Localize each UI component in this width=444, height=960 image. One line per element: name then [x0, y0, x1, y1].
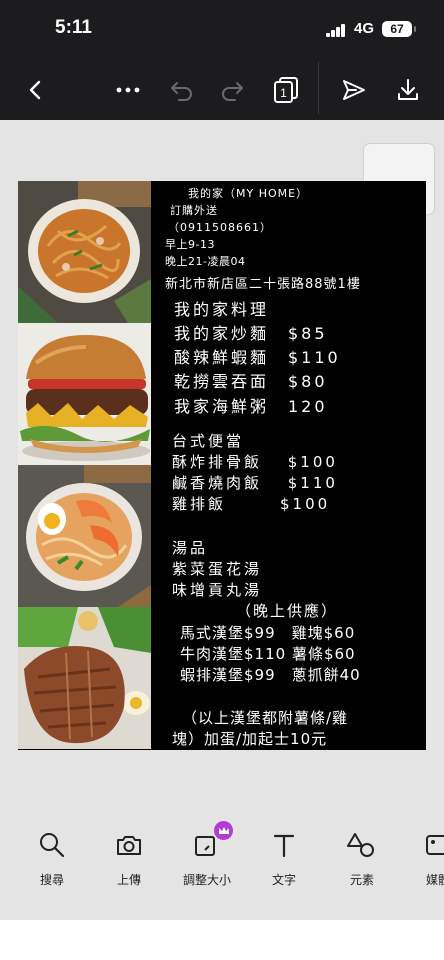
battery-icon: 67 [382, 21, 416, 37]
search-tool[interactable]: 搜尋 [17, 829, 87, 888]
burger-photo [18, 323, 151, 465]
section-title: 台式便當 [172, 432, 245, 450]
resize-icon [172, 821, 242, 861]
upload-tool[interactable]: 上傳 [94, 829, 164, 888]
elements-tool[interactable]: 元素 [327, 829, 397, 888]
pages-icon[interactable]: 1 [270, 74, 302, 106]
text-tool[interactable]: 文字 [249, 829, 319, 888]
burger-note: 塊）加蛋/加起士10元 [172, 730, 328, 748]
redo-icon[interactable] [216, 74, 248, 106]
menu-item: 乾撈雲吞面 $80 [174, 372, 328, 391]
menu-item: 紫菜蛋花湯 [172, 560, 263, 578]
status-bar: 5:11 4G 67 [0, 0, 444, 60]
status-time: 5:11 [55, 17, 92, 38]
editor-toolbar: 1 [0, 60, 444, 120]
menu-item: 馬式漢堡$99 雞塊$60 [180, 624, 356, 642]
menu-item: 酥炸排骨飯 $100 [172, 453, 338, 471]
back-icon[interactable] [20, 74, 52, 106]
phone-number: （0911508661） [168, 221, 272, 234]
text-icon [249, 829, 319, 861]
elements-tool-label: 元素 [349, 873, 374, 887]
media-icon [404, 829, 444, 861]
pork-chop-rice-photo [18, 607, 151, 749]
delivery-label: 訂購外送 [170, 204, 218, 217]
section-title: 我的家料理 [174, 300, 270, 319]
download-icon[interactable] [392, 74, 424, 106]
noodles-photo [18, 181, 151, 323]
section-title: 湯品 [172, 539, 209, 557]
toolbar-divider [318, 62, 319, 114]
search-tool-label: 搜尋 [39, 873, 64, 887]
undo-icon[interactable] [166, 74, 198, 106]
menu-item: 我家海鮮粥 120 [174, 397, 328, 416]
menu-poster[interactable]: 我的家（MY HOME） 訂購外送 （0911508661） 早上9-13 晚上… [18, 181, 426, 750]
menu-item: 雞排飯 $100 [172, 495, 331, 513]
evening-only-note: （晚上供應） [236, 602, 339, 620]
signal-icon [326, 24, 348, 37]
menu-item: 酸辣鮮蝦麵 $110 [174, 348, 341, 367]
network-type: 4G [354, 20, 375, 37]
page-count: 1 [280, 86, 287, 100]
menu-item: 味增貢丸湯 [172, 581, 263, 599]
premium-crown-icon [214, 821, 233, 840]
restaurant-name: 我的家（MY HOME） [188, 187, 309, 200]
elements-icon [327, 829, 397, 861]
menu-item: 牛肉漢堡$110 薯條$60 [180, 645, 356, 663]
menu-item: 鹹香燒肉飯 $110 [172, 474, 338, 492]
media-tool[interactable]: 媒體 [404, 829, 444, 888]
burger-note: （以上漢堡都附薯條/雞 [182, 709, 349, 727]
night-hours: 晚上21-凌晨04 [165, 255, 246, 268]
menu-item: 我的家炒麵 $85 [174, 324, 328, 343]
battery-level: 67 [390, 22, 404, 36]
resize-tool-label: 調整大小 [182, 873, 231, 887]
shrimp-noodle-soup-photo [18, 465, 151, 607]
menu-item: 蝦排漢堡$99 蔥抓餅40 [180, 666, 361, 684]
send-icon[interactable] [338, 74, 370, 106]
text-tool-label: 文字 [271, 873, 296, 887]
morning-hours: 早上9-13 [165, 238, 215, 251]
address: 新北市新店區二十張路88號1樓 [165, 277, 361, 292]
resize-tool[interactable]: 調整大小 [172, 821, 242, 888]
upload-tool-label: 上傳 [116, 873, 141, 887]
home-indicator-area [0, 920, 444, 960]
search-icon [17, 829, 87, 861]
media-tool-label: 媒體 [426, 873, 444, 887]
camera-icon [94, 829, 164, 861]
more-icon[interactable] [112, 74, 144, 106]
